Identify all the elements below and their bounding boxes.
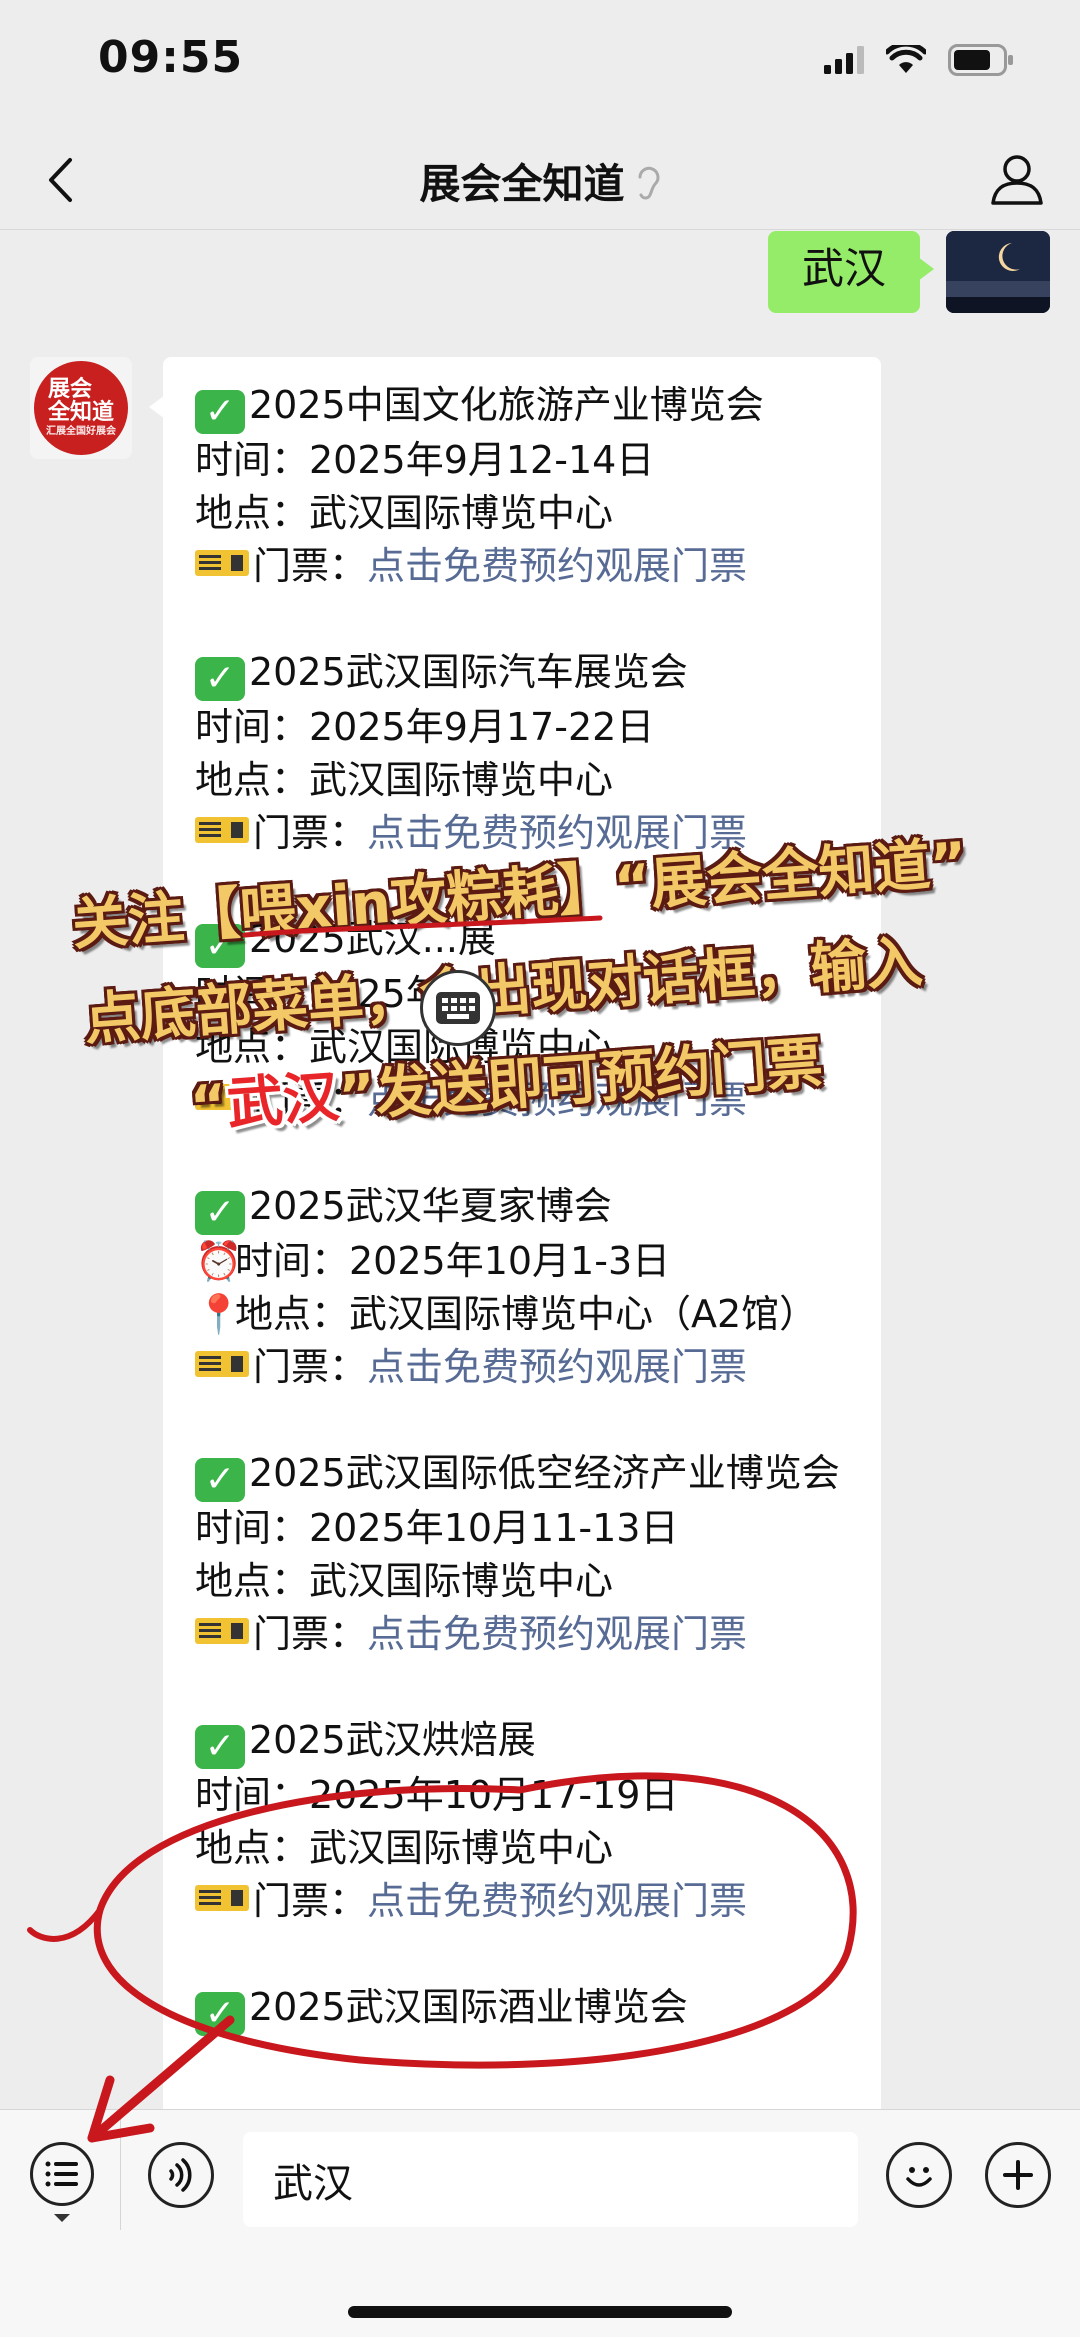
ticket-icon <box>195 550 249 576</box>
check-mark-icon: ✓ <box>195 1458 245 1502</box>
input-bar <box>0 2109 1080 2337</box>
check-mark-icon: ✓ <box>195 1992 245 2036</box>
event-title: ✓ 2025武汉烘焙展 <box>195 1714 861 1769</box>
signal-icon <box>824 46 864 74</box>
event-title: ✓ 2025武汉...展 <box>195 913 861 968</box>
status-icons <box>824 44 1014 76</box>
bot-avatar[interactable]: 展会 全知道 汇展全国好展会 <box>30 357 132 459</box>
divider <box>120 2110 121 2230</box>
ticket-link[interactable]: 点击免费预约观展门票 <box>367 1879 747 1923</box>
event-title: ✓ 2025武汉华夏家博会 <box>195 1180 861 1235</box>
event-place: 地点：武汉国际博览中心 <box>195 1559 614 1603</box>
ticket-link[interactable]: 点击免费预约观展门票 <box>367 811 747 855</box>
more-button[interactable] <box>985 2142 1051 2208</box>
ticket-icon <box>195 817 249 843</box>
ticket-link[interactable]: 点击免费预约观展门票 <box>367 1078 747 1122</box>
voice-wave-icon <box>169 2158 192 2192</box>
event-ticket: 门票：点击免费预约观展门票 <box>195 1875 861 1928</box>
event-ticket: 门票：点击免费预约观展门票 <box>195 1608 861 1661</box>
bot-logo-text: 展会 全知道 <box>47 377 114 426</box>
ticket-link[interactable]: 点击免费预约观展门票 <box>367 1612 747 1656</box>
bot-logo: 展会 全知道 汇展全国好展会 <box>34 361 128 455</box>
smiley-icon <box>906 2167 932 2187</box>
event-time: 时间：2025年9月12-14日 <box>195 438 655 482</box>
ticket-icon <box>195 1618 249 1644</box>
battery-icon <box>948 44 1013 76</box>
caret-down-icon <box>54 2214 70 2222</box>
chat-title: 展会全知道 <box>0 150 1080 211</box>
event-ticket: 门票：点击免费预约观展门票 <box>195 1074 861 1127</box>
user-message-bubble[interactable]: 武汉 <box>767 231 935 313</box>
message-input[interactable] <box>243 2132 858 2227</box>
pin-icon: 📍 <box>195 1292 243 1336</box>
event-item: ✓ 2025武汉国际酒业博览会 <box>195 1981 861 2036</box>
event-ticket: 门票：点击免费预约观展门票 <box>195 540 861 593</box>
ticket-link[interactable]: 点击免费预约观展门票 <box>367 544 747 588</box>
event-item: ✓ 2025武汉烘焙展 时间：2025年10月17-19日 地点：武汉国际博览中心… <box>195 1714 861 1928</box>
check-mark-icon: ✓ <box>195 1725 245 1769</box>
event-place: 地点：武汉国际博览中心 <box>195 758 614 802</box>
plus-icon <box>1003 2160 1033 2190</box>
event-item: ✓ 2025武汉国际汽车展览会 时间：2025年9月17-22日 地点：武汉国际博… <box>195 646 861 860</box>
event-time: 时间：2025年10月17-19日 <box>195 1773 679 1817</box>
status-time: 09:55 <box>98 32 244 83</box>
event-place: 📍地点：武汉国际博览中心（A2馆） <box>195 1288 861 1341</box>
event-item: ✓ 2025武汉国际低空经济产业博览会 时间：2025年10月11-13日 地点：… <box>195 1447 861 1661</box>
ticket-link[interactable]: 点击免费预约观展门票 <box>367 1345 747 1389</box>
event-title: ✓ 2025武汉国际酒业博览会 <box>195 1981 861 2036</box>
event-title: ✓ 2025武汉国际低空经济产业博览会 <box>195 1447 861 1502</box>
nav-bar: 展会全知道 <box>0 130 1080 230</box>
bot-message-bubble[interactable]: ✓ 2025中国文化旅游产业博览会 时间：2025年9月12-14日 地点：武汉国… <box>149 357 881 2109</box>
event-place: 地点：武汉国际博览中心 <box>195 1826 614 1870</box>
event-time: 时间：2025年10... <box>195 972 529 1016</box>
check-mark-icon: ✓ <box>195 924 245 968</box>
home-indicator <box>348 2306 732 2318</box>
event-time: 时间：2025年10月11-13日 <box>195 1506 679 1550</box>
event-item: ✓ 2025中国文化旅游产业博览会 时间：2025年9月12-14日 地点：武汉国… <box>195 379 861 593</box>
event-time: ⏰时间：2025年10月1-3日 <box>195 1235 861 1288</box>
check-mark-icon: ✓ <box>195 1191 245 1235</box>
user-message-text: 武汉 <box>801 244 886 293</box>
ear-icon <box>635 163 661 211</box>
alarm-clock-icon: ⏰ <box>195 1239 243 1283</box>
emoji-button[interactable] <box>886 2142 952 2208</box>
wifi-icon <box>886 45 926 73</box>
event-item: ✓ 2025武汉华夏家博会 ⏰时间：2025年10月1-3日 📍地点：武汉国际博览… <box>195 1180 861 1394</box>
person-icon <box>991 155 1043 205</box>
event-ticket: 门票：点击免费预约观展门票 <box>195 807 861 860</box>
event-title: ✓ 2025中国文化旅游产业博览会 <box>195 379 861 434</box>
voice-button[interactable] <box>148 2142 214 2208</box>
profile-button[interactable] <box>984 146 1050 212</box>
moon-night-avatar-icon <box>946 231 1050 313</box>
list-menu-icon <box>45 2161 78 2187</box>
event-item: ✓ 2025武汉...展 时间：2025年10... 地点：武汉国际博览中心 门票… <box>195 913 861 1127</box>
user-avatar[interactable] <box>946 231 1050 313</box>
ticket-icon <box>195 1084 249 1110</box>
check-mark-icon: ✓ <box>195 657 245 701</box>
event-ticket: 门票：点击免费预约观展门票 <box>195 1341 861 1394</box>
event-place: 地点：武汉国际博览中心 <box>195 1025 614 1069</box>
chat-title-text: 展会全知道 <box>419 160 625 208</box>
menu-button[interactable] <box>30 2142 94 2206</box>
bot-logo-subtext: 汇展全国好展会 <box>46 426 116 438</box>
event-place: 地点：武汉国际博览中心 <box>195 491 614 535</box>
chat-area[interactable]: 武汉 展会 全知道 汇展全国好展会 ✓ 2025中国文化旅游产业博览会 时间：202… <box>0 231 1080 2109</box>
event-time: 时间：2025年9月17-22日 <box>195 705 655 749</box>
event-title: ✓ 2025武汉国际汽车展览会 <box>195 646 861 701</box>
ticket-icon <box>195 1885 249 1911</box>
check-mark-icon: ✓ <box>195 390 245 434</box>
status-bar: 09:55 <box>0 0 1080 130</box>
ticket-icon <box>195 1351 249 1377</box>
